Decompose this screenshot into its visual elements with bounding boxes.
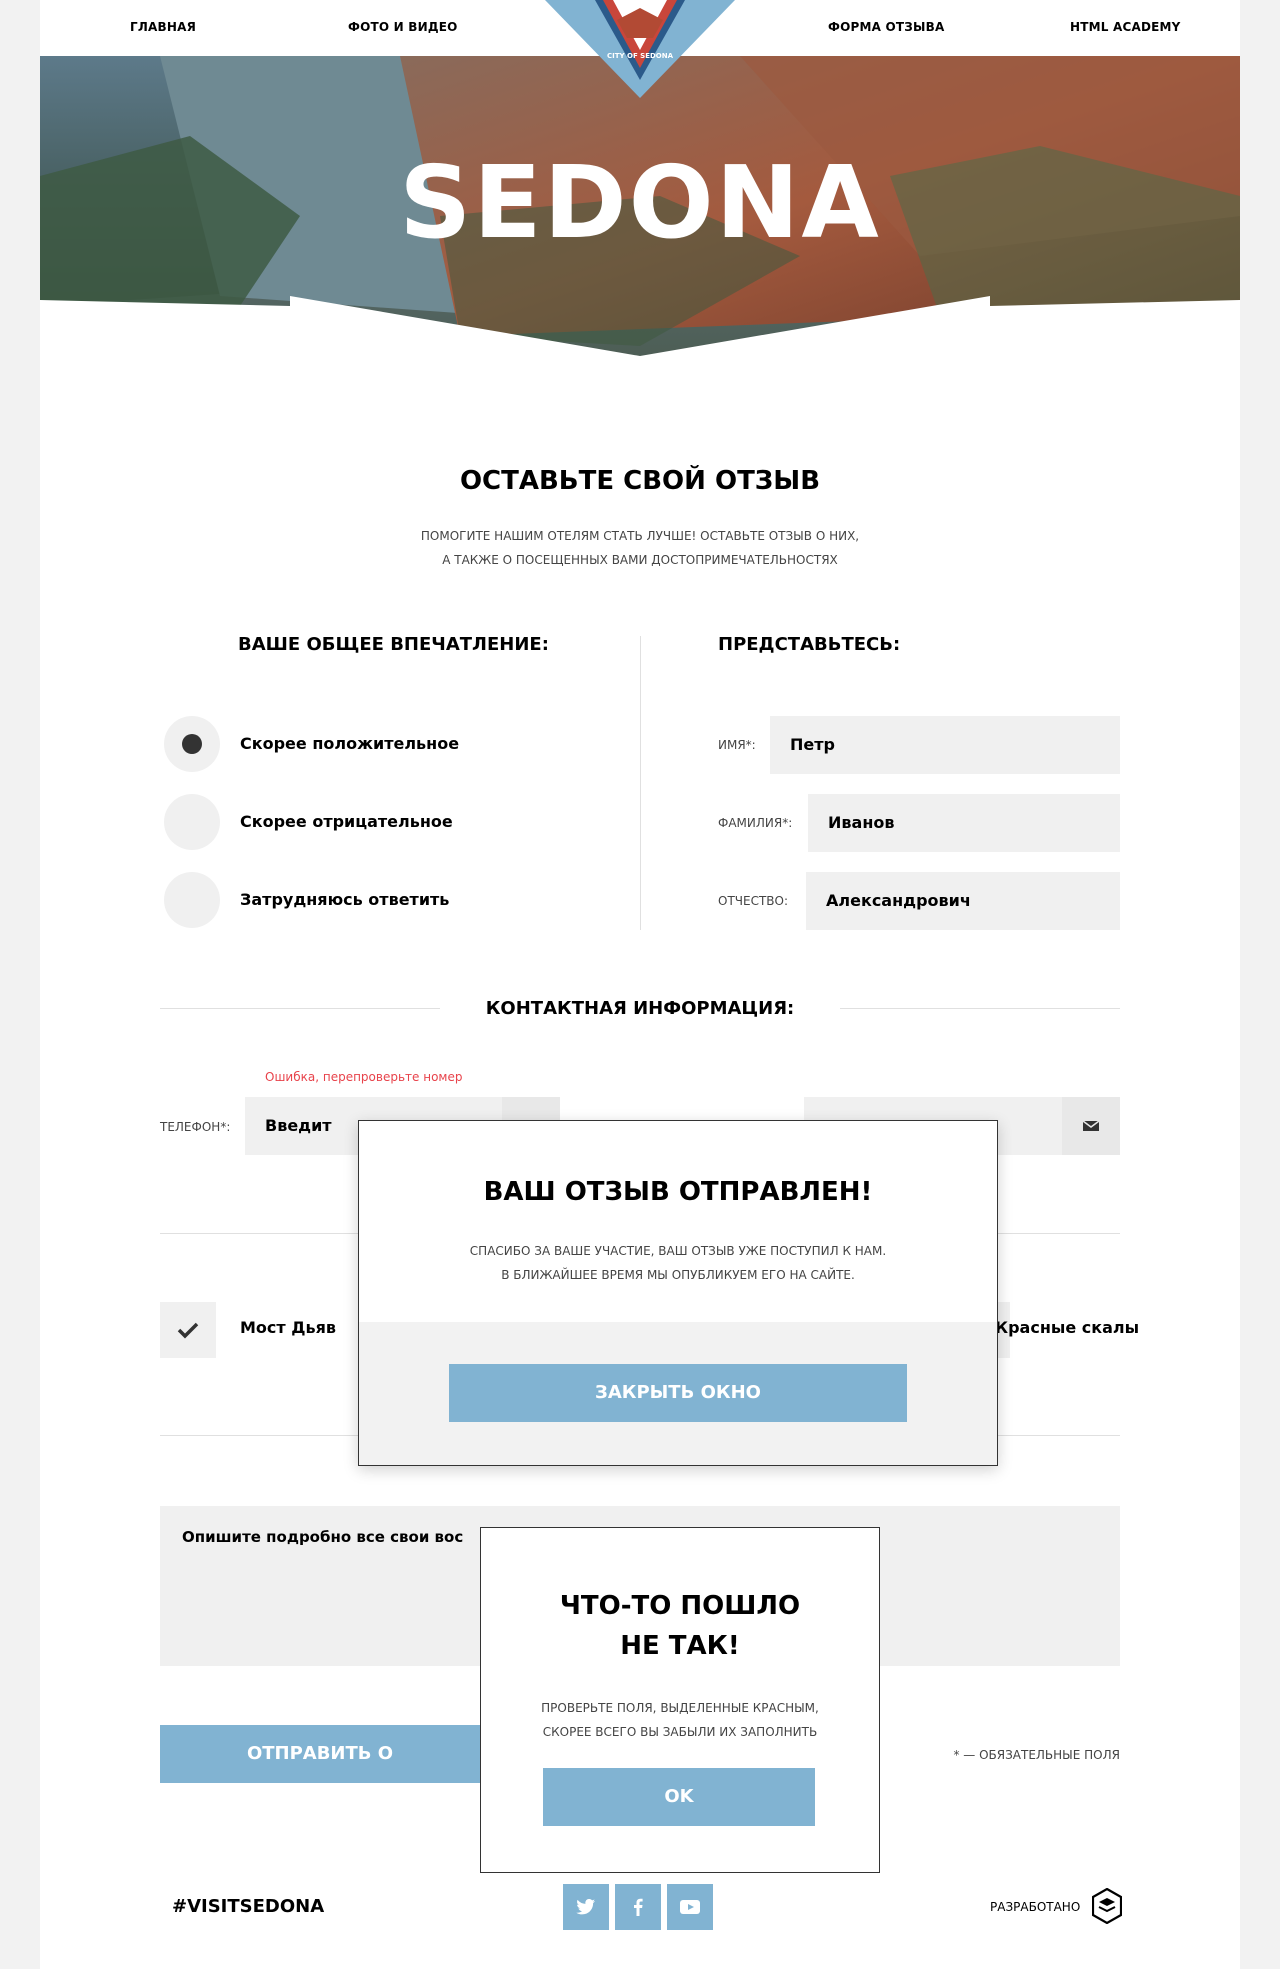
close-modal-button[interactable]: Закрыть окно [449, 1364, 907, 1422]
twitter-icon[interactable] [563, 1884, 609, 1930]
page: SEDONA Главная Фото и видео Форма отзыва… [40, 0, 1240, 1969]
radio-label-positive[interactable]: Скорее положительное [240, 734, 459, 753]
success-modal: Ваш отзыв отправлен! Спасибо за ваше уча… [358, 1120, 998, 1466]
html-academy-logo-icon[interactable] [1092, 1888, 1122, 1924]
checkbox-label-devils-bridge[interactable]: Мост Дьяв [240, 1318, 336, 1337]
submit-button[interactable]: Отправить о [160, 1725, 480, 1783]
developed-by-label: Разработано [990, 1900, 1081, 1914]
error-modal-text-line2: скорее всего вы забыли их заполнить [542, 1725, 818, 1739]
form-title: Оставьте свой отзыв [459, 466, 821, 496]
error-modal-title-line1: Что-то пошло [559, 1591, 801, 1621]
impression-title: Ваше общее впечатление: [238, 634, 549, 655]
form-subtitle-line2: а также о посещенных вами достопримечате… [442, 553, 838, 567]
radio-selected-dot [182, 734, 202, 754]
radio-positive[interactable] [164, 716, 220, 772]
contact-title: Контактная информация: [485, 998, 795, 1019]
radio-label-undecided[interactable]: Затрудняюсь ответить [240, 890, 449, 909]
radio-undecided[interactable] [164, 872, 220, 928]
columns-divider [640, 636, 641, 930]
last-name-label: Фамилия*: [718, 816, 793, 830]
radio-label-negative[interactable]: Скорее отрицательное [240, 812, 453, 831]
success-modal-title: Ваш отзыв отправлен! [483, 1177, 873, 1207]
hero-banner: SEDONA [40, 56, 1240, 356]
phone-label: Телефон*: [160, 1120, 231, 1134]
hero-title: SEDONA [399, 144, 881, 261]
checkmark-icon [177, 1322, 199, 1339]
facebook-icon[interactable] [615, 1884, 661, 1930]
email-icon [1062, 1097, 1120, 1155]
youtube-icon[interactable] [667, 1884, 713, 1930]
patronymic-label: Отчество: [718, 894, 789, 908]
first-name-input[interactable]: Петр [770, 716, 1120, 774]
error-modal-title-line2: не так! [620, 1631, 740, 1661]
hashtag: #VISITSEDONA [172, 1896, 325, 1917]
form-subtitle-line1: Помогите нашим отелям стать лучше! Остав… [420, 529, 860, 543]
success-modal-footer: Закрыть окно [359, 1322, 997, 1465]
nav-item-feedback-form[interactable]: Форма отзыва [828, 20, 944, 34]
success-modal-text-line2: В ближайшее время мы опубликуем его на с… [501, 1268, 855, 1282]
success-modal-text-line1: Спасибо за ваше участие, ваш отзыв уже п… [469, 1244, 887, 1258]
phone-error-message: Ошибка, перепроверьте номер [265, 1070, 463, 1084]
first-name-label: Имя*: [718, 738, 756, 752]
ok-button[interactable]: OK [543, 1768, 815, 1826]
checkbox-devils-bridge[interactable] [160, 1302, 216, 1358]
city-of-sedona-logo[interactable]: CITY OF SEDONA [545, 0, 735, 98]
error-modal-text-line1: Проверьте поля, выделенные красным, [541, 1701, 819, 1715]
radio-negative[interactable] [164, 794, 220, 850]
error-modal: Что-то пошло не так! Проверьте поля, выд… [480, 1527, 880, 1873]
nav-item-home[interactable]: Главная [130, 20, 196, 34]
last-name-input[interactable]: Иванов [808, 794, 1120, 852]
patronymic-input[interactable]: Александрович [806, 872, 1120, 930]
identity-title: Представьтесь: [718, 634, 901, 655]
logo-text: CITY OF SEDONA [607, 52, 674, 60]
required-fields-note: * — обязательные поля [953, 1748, 1120, 1762]
nav-item-html-academy[interactable]: HTML Academy [1070, 20, 1181, 34]
nav-item-photo-video[interactable]: Фото и видео [348, 20, 458, 34]
checkbox-label-red-rocks[interactable]: Красные скалы [995, 1318, 1139, 1337]
